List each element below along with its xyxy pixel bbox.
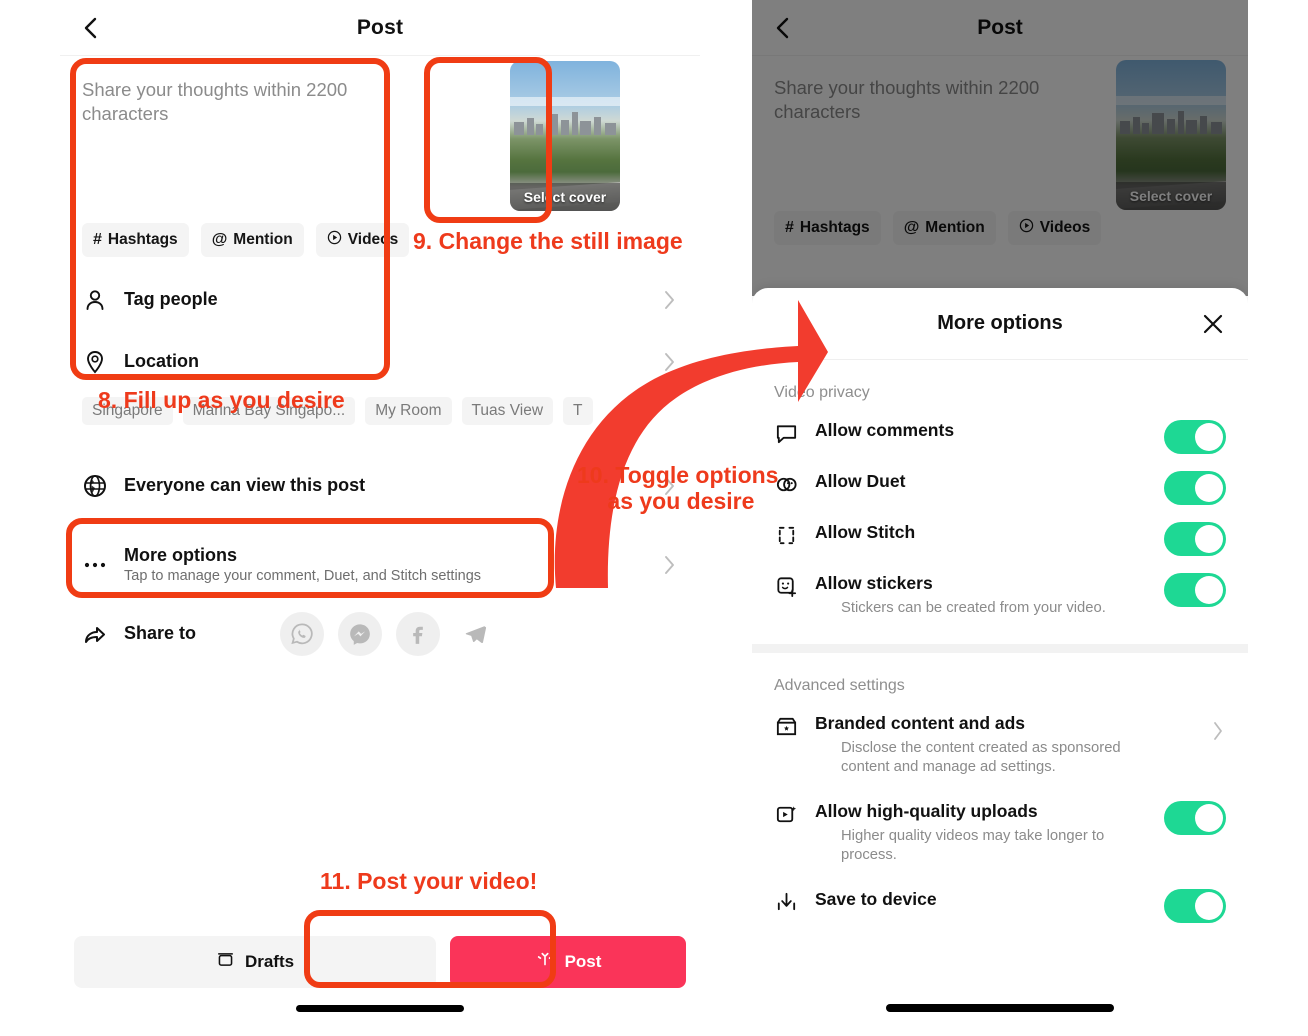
close-x-icon[interactable]	[1200, 311, 1226, 337]
facebook-icon[interactable]	[396, 611, 441, 656]
select-cover-label: Select cover	[523, 189, 607, 205]
toggle-allow-stickers[interactable]	[1164, 573, 1226, 607]
share-arrow-icon	[82, 621, 108, 647]
option-high-quality-uploads-desc: Higher quality videos may take longer to…	[841, 827, 1105, 863]
row-more-options-label: More options	[124, 545, 237, 566]
row-share-to: Share to	[60, 601, 700, 667]
row-more-options-sub: Tap to manage your comment, Duet, and St…	[124, 568, 482, 585]
drafts-button[interactable]: Drafts	[74, 936, 436, 988]
right-dimmed-background: Post Share your thoughts within 2200 cha…	[752, 0, 1248, 296]
option-high-quality-uploads[interactable]: Allow high-quality uploads Higher qualit…	[752, 789, 1248, 877]
post-button[interactable]: Post	[450, 936, 686, 988]
curved-red-arrow-icon	[554, 300, 828, 588]
toggle-knob	[1195, 474, 1223, 502]
home-indicator	[886, 1004, 1114, 1012]
select-cover-caption: Select cover	[510, 183, 620, 211]
branded-content-icon	[774, 714, 800, 740]
select-cover-thumbnail[interactable]: Select cover	[510, 61, 620, 211]
row-location-label: Location	[124, 351, 199, 372]
telegram-icon[interactable]	[454, 612, 498, 656]
option-allow-stickers-label: Allow stickers	[815, 573, 933, 593]
toggle-knob	[1195, 423, 1223, 451]
option-allow-stitch-label: Allow Stitch	[815, 522, 916, 542]
post-button-label: Post	[564, 952, 602, 971]
toggle-allow-comments[interactable]	[1164, 420, 1226, 454]
whatsapp-icon[interactable]	[280, 611, 325, 656]
option-save-to-device-label: Save to device	[815, 888, 937, 909]
toggle-knob	[1195, 891, 1223, 920]
person-icon	[82, 287, 108, 313]
left-cover-wrap: Select cover	[510, 61, 620, 211]
messenger-icon[interactable]	[338, 611, 383, 656]
chip-mention[interactable]: @ Mention	[200, 222, 304, 257]
sheet-divider	[752, 643, 1248, 653]
home-indicator	[296, 1005, 464, 1012]
toggle-high-quality-uploads[interactable]	[1164, 800, 1226, 835]
hash-icon: #	[93, 230, 102, 248]
toggle-knob	[1195, 525, 1223, 553]
chevron-left-icon[interactable]	[78, 15, 104, 41]
sparkle-icon	[535, 950, 555, 975]
row-privacy-label: Everyone can view this post	[124, 475, 366, 496]
drafts-box-icon	[216, 950, 235, 974]
high-quality-upload-icon	[774, 802, 800, 828]
option-high-quality-uploads-label: Allow high-quality uploads	[815, 800, 1038, 821]
option-branded-content[interactable]: Branded content and ads Disclose the con…	[752, 701, 1248, 789]
save-download-icon	[774, 890, 800, 916]
share-targets	[280, 611, 498, 656]
left-page-title: Post	[356, 15, 404, 39]
toggle-allow-duet[interactable]	[1164, 471, 1226, 505]
left-navbar: Post	[60, 0, 700, 56]
row-share-to-label: Share to	[124, 623, 197, 644]
at-icon: @	[211, 230, 228, 248]
chip-hashtags-label: Hashtags	[107, 230, 178, 248]
chip-mention-label: Mention	[233, 230, 293, 248]
drafts-label: Drafts	[244, 952, 295, 971]
annotation-step-9: 9. Change the still image	[413, 228, 683, 254]
city-skyline	[510, 111, 620, 135]
toggle-knob	[1195, 803, 1223, 832]
play-circle-icon	[327, 230, 342, 250]
chip-videos[interactable]: Videos	[315, 222, 410, 257]
option-text: Branded content and ads Disclose the con…	[815, 713, 1226, 777]
annotation-step-11: 11. Post your video!	[320, 868, 538, 894]
screenshot-root: Post Share your thoughts within 2200 cha…	[0, 0, 1308, 1036]
cloud-band	[510, 97, 620, 106]
annotation-step-10: 10. Toggle options as you desire	[577, 462, 779, 515]
option-allow-stickers-desc: Stickers can be created from your video.	[841, 600, 1106, 616]
chip-hashtags[interactable]: # Hashtags	[82, 222, 189, 257]
toggle-allow-stitch[interactable]	[1164, 522, 1226, 556]
left-compose-area: Share your thoughts within 2200 characte…	[60, 56, 700, 257]
row-tag-people-label: Tag people	[124, 289, 218, 310]
sheet-title: More options	[937, 312, 1063, 334]
option-allow-comments-label: Allow comments	[815, 420, 955, 440]
caption-input-placeholder[interactable]: Share your thoughts within 2200 characte…	[82, 78, 382, 127]
modal-scrim[interactable]	[752, 0, 1248, 296]
option-branded-content-desc: Disclose the content created as sponsore…	[841, 739, 1121, 775]
toggle-save-to-device[interactable]	[1164, 888, 1226, 923]
chip-videos-label: Videos	[347, 230, 399, 248]
annotation-step-8: 8. Fill up as you desire	[98, 387, 345, 413]
section-label-advanced-settings: Advanced settings	[774, 676, 905, 694]
globe-icon	[82, 473, 108, 499]
option-branded-content-label: Branded content and ads	[815, 712, 1026, 733]
ellipsis-icon	[82, 552, 108, 578]
chevron-right-icon	[1212, 721, 1224, 741]
location-pin-icon	[82, 349, 108, 375]
toggle-knob	[1195, 576, 1223, 604]
option-save-to-device[interactable]: Save to device	[752, 877, 1248, 928]
left-bottom-bar: Drafts Post	[74, 936, 686, 988]
location-chip[interactable]: My Room	[365, 396, 452, 425]
